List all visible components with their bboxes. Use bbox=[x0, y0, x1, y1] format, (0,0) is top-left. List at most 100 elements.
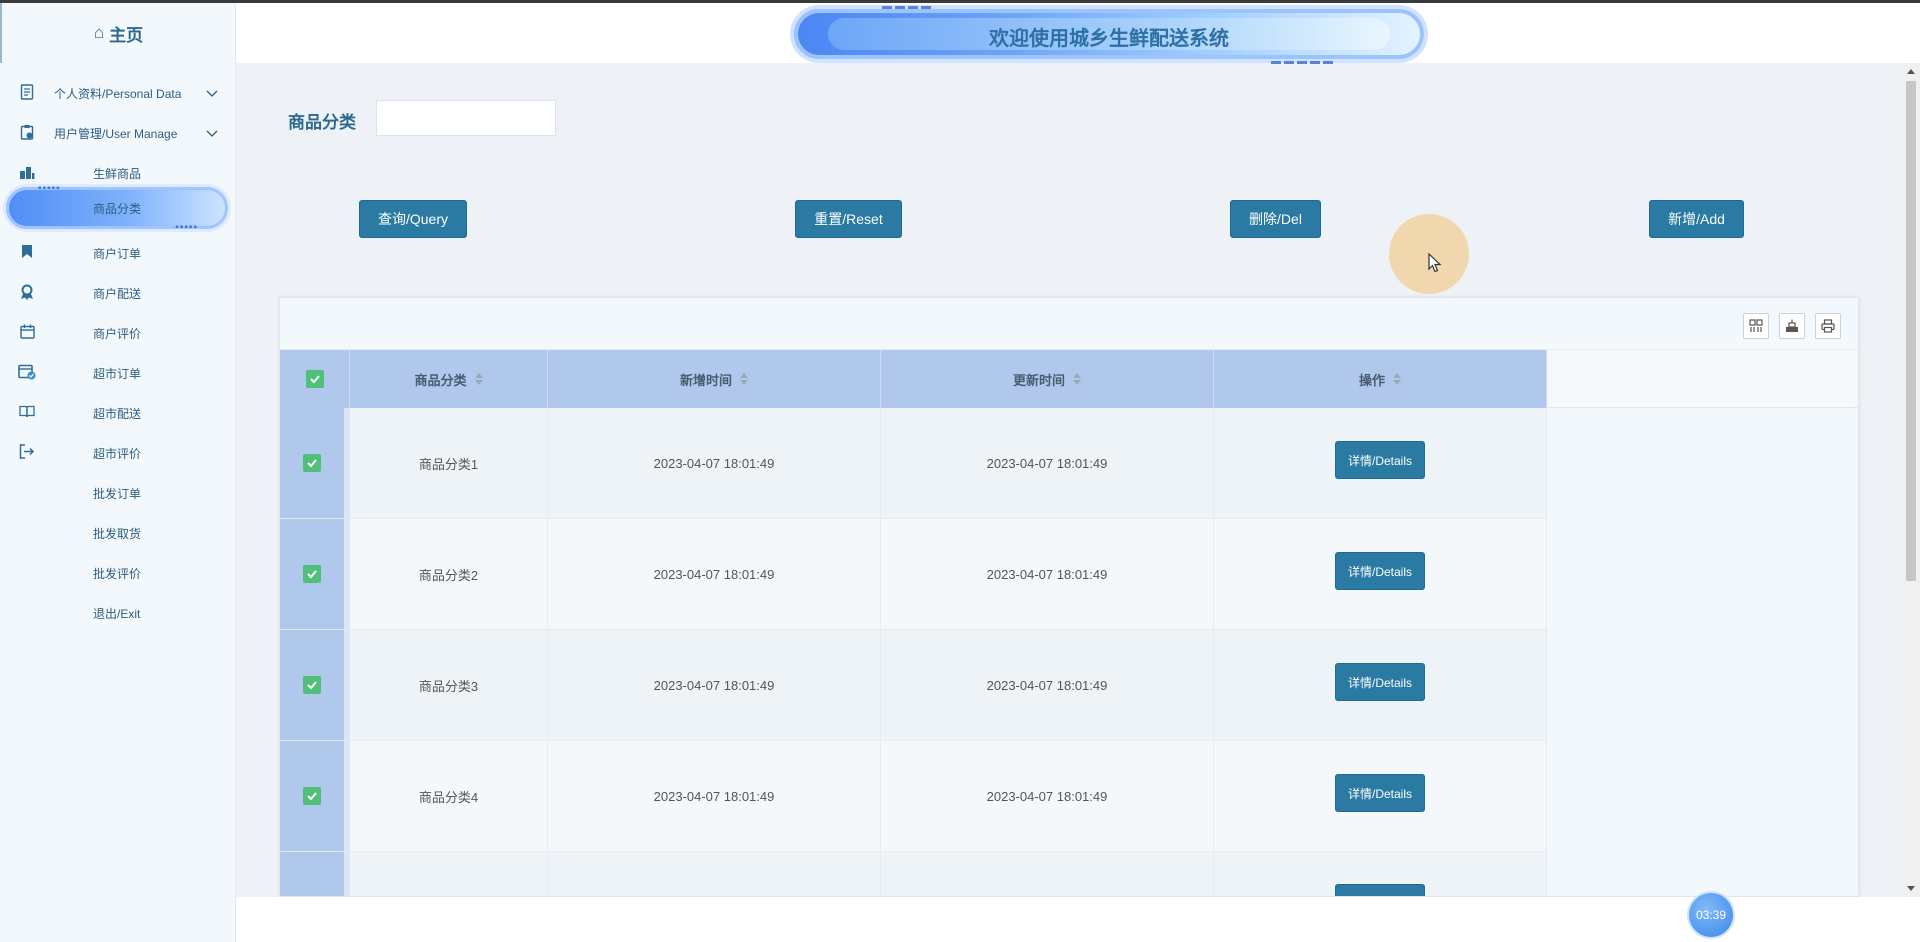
cell-actions bbox=[1214, 852, 1547, 896]
sidebar-item-merchant-reviews[interactable]: 商户评价 bbox=[0, 315, 236, 351]
cell-updated: 2023-04-07 18:01:49 bbox=[881, 741, 1214, 852]
details-button[interactable]: 详情/Details bbox=[1335, 774, 1425, 812]
sidebar-item-wholesale-pickup[interactable]: 批发取货 bbox=[0, 515, 236, 551]
cell-created: 2023-04-07 18:01:49 bbox=[548, 630, 881, 741]
top-header: ▬▬▬▬ ▬▬▬▬▬ 欢迎使用城乡生鲜配送系统 bbox=[236, 1, 1920, 67]
scroll-up-icon[interactable] bbox=[1907, 69, 1915, 74]
row-checkbox-cell[interactable] bbox=[280, 408, 350, 519]
select-all-checkbox-cell[interactable] bbox=[280, 350, 350, 408]
sidebar-item-label: 超市配送 bbox=[93, 406, 142, 421]
details-button[interactable]: 详情/Details bbox=[1335, 663, 1425, 701]
sidebar-item-label: 超市订单 bbox=[93, 366, 142, 381]
sidebar-item-label: 商户订单 bbox=[93, 246, 142, 261]
table-row: 商品分类4 2023-04-07 18:01:49 2023-04-07 18:… bbox=[280, 741, 1547, 852]
decor-dots: ▬▬▬▬▬ bbox=[1271, 56, 1336, 67]
cell-actions: 详情/Details bbox=[1214, 408, 1547, 519]
sidebar-item-wholesale-orders[interactable]: 批发订单 bbox=[0, 475, 236, 511]
column-header-label: 操作 bbox=[1358, 372, 1385, 388]
vertical-scrollbar[interactable] bbox=[1902, 63, 1920, 897]
sidebar-item-label: 商户配送 bbox=[93, 286, 142, 301]
sidebar-item-category-active[interactable]: ▪▪▪▪▪ ▪▪▪▪▪ bbox=[6, 183, 228, 233]
print-icon[interactable] bbox=[1815, 313, 1841, 339]
row-checkbox[interactable] bbox=[303, 454, 321, 472]
sidebar-item-user-manage[interactable]: 用户管理/User Manage bbox=[0, 115, 236, 151]
sidebar: ⌂ 主页 个人资料/Personal Data 用户管理/User Manage… bbox=[0, 3, 236, 942]
query-button[interactable]: 查询/Query bbox=[359, 200, 467, 238]
row-checkbox[interactable] bbox=[303, 787, 321, 805]
row-checkbox-cell[interactable] bbox=[280, 852, 350, 896]
logout-icon bbox=[18, 444, 36, 462]
row-checkbox-cell[interactable] bbox=[280, 741, 350, 852]
home-link[interactable]: ⌂ 主页 bbox=[0, 3, 235, 63]
sidebar-item-label: 用户管理/User Manage bbox=[54, 126, 178, 141]
details-button-partial[interactable] bbox=[1335, 884, 1425, 896]
column-header-actions[interactable]: 操作 bbox=[1214, 350, 1547, 408]
sort-icon[interactable] bbox=[1073, 373, 1081, 385]
cell-category: 商品分类3 bbox=[350, 630, 548, 741]
column-header-label: 更新时间 bbox=[1012, 372, 1065, 388]
row-checkbox-cell[interactable] bbox=[280, 630, 350, 741]
sidebar-item-merchant-delivery[interactable]: 商户配送 bbox=[0, 275, 236, 311]
cell-updated: 2023-04-07 18:01:49 bbox=[881, 630, 1214, 741]
calendar-icon bbox=[18, 324, 36, 342]
check-icon bbox=[307, 570, 317, 579]
home-label: 主页 bbox=[109, 25, 144, 45]
scroll-thumb[interactable] bbox=[1906, 81, 1916, 581]
chevron-down-icon bbox=[206, 90, 218, 97]
table-row: 商品分类1 2023-04-07 18:01:49 2023-04-07 18:… bbox=[280, 408, 1547, 519]
sidebar-item-merchant-orders[interactable]: 商户订单 bbox=[0, 235, 236, 271]
row-checkbox[interactable] bbox=[303, 565, 321, 583]
table-row: 商品分类2 2023-04-07 18:01:49 2023-04-07 18:… bbox=[280, 519, 1547, 630]
calendar-check-icon bbox=[18, 363, 36, 383]
scroll-down-icon[interactable] bbox=[1907, 886, 1915, 891]
mouse-pointer-icon bbox=[1428, 253, 1442, 273]
sidebar-item-supermarket-reviews[interactable]: 超市评价 bbox=[0, 435, 236, 471]
table-toolbar bbox=[280, 298, 1858, 350]
sort-icon[interactable] bbox=[474, 373, 483, 385]
sort-icon[interactable] bbox=[740, 373, 748, 385]
cell-created bbox=[548, 852, 881, 896]
cell-category: 商品分类1 bbox=[350, 408, 548, 519]
sidebar-item-supermarket-delivery[interactable]: 超市配送 bbox=[0, 395, 236, 431]
sidebar-item-personal-data[interactable]: 个人资料/Personal Data bbox=[0, 75, 236, 111]
cell-category: 商品分类4 bbox=[350, 741, 548, 852]
sort-icon[interactable] bbox=[1393, 373, 1401, 385]
details-button[interactable]: 详情/Details bbox=[1335, 552, 1425, 590]
cell-actions: 详情/Details bbox=[1214, 519, 1547, 630]
row-checkbox-cell[interactable] bbox=[280, 519, 350, 630]
system-title: 欢迎使用城乡生鲜配送系统 bbox=[989, 28, 1229, 50]
export-icon[interactable] bbox=[1779, 313, 1805, 339]
reset-button[interactable]: 重置/Reset bbox=[795, 200, 902, 238]
sidebar-item-label: 批发评价 bbox=[93, 566, 142, 581]
select-all-checkbox[interactable] bbox=[305, 370, 324, 388]
sidebar-item-fresh-goods[interactable]: 生鲜商品 bbox=[0, 155, 236, 191]
sidebar-item-label: 个人资料/Personal Data bbox=[54, 86, 182, 101]
cell-actions: 详情/Details bbox=[1214, 630, 1547, 741]
add-button[interactable]: 新增/Add bbox=[1649, 200, 1744, 238]
details-button[interactable]: 详情/Details bbox=[1335, 441, 1425, 479]
sidebar-item-label: 退出/Exit bbox=[93, 606, 141, 621]
sidebar-item-label: 超市评价 bbox=[93, 446, 142, 461]
clipboard-user-icon bbox=[18, 124, 36, 143]
search-label: 商品分类 bbox=[288, 113, 356, 132]
buildings-icon bbox=[18, 165, 36, 182]
column-header-created[interactable]: 新增时间 bbox=[548, 350, 881, 408]
bookmark-icon bbox=[18, 244, 36, 262]
column-header-label: 商品分类 bbox=[414, 372, 467, 388]
category-search-input[interactable] bbox=[376, 100, 556, 136]
welcome-banner: ▬▬▬▬ ▬▬▬▬▬ 欢迎使用城乡生鲜配送系统 bbox=[794, 1, 1424, 67]
delete-button[interactable]: 删除/Del bbox=[1230, 200, 1321, 238]
document-icon bbox=[18, 83, 36, 103]
sidebar-item-supermarket-orders[interactable]: 超市订单 bbox=[0, 355, 236, 391]
columns-icon[interactable] bbox=[1743, 313, 1769, 339]
check-icon bbox=[309, 375, 320, 384]
column-header-category[interactable]: 商品分类 bbox=[350, 350, 548, 408]
decor-dots: ▪▪▪▪▪ bbox=[38, 183, 61, 194]
column-header-updated[interactable]: 更新时间 bbox=[881, 350, 1214, 408]
sidebar-item-exit[interactable]: 退出/Exit bbox=[0, 595, 236, 631]
sidebar-item-wholesale-reviews[interactable]: 批发评价 bbox=[0, 555, 236, 591]
row-checkbox[interactable] bbox=[303, 676, 321, 694]
table-row: 商品分类3 2023-04-07 18:01:49 2023-04-07 18:… bbox=[280, 630, 1547, 741]
cell-updated: 2023-04-07 18:01:49 bbox=[881, 408, 1214, 519]
table-row-partial bbox=[280, 852, 1547, 896]
